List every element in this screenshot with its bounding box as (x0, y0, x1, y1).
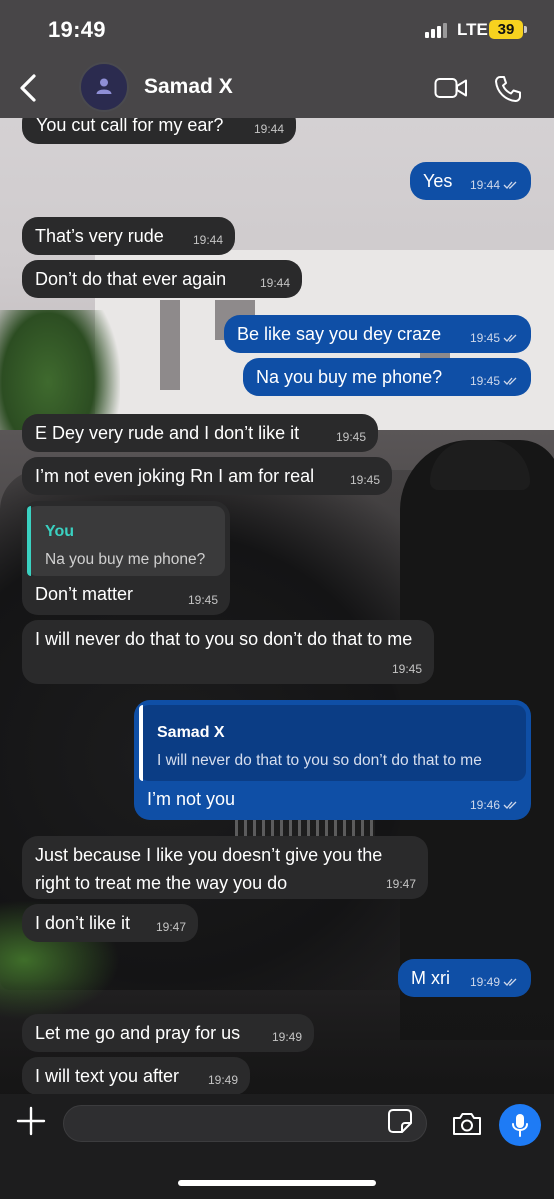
battery-icon: 39 (489, 20, 523, 39)
message-time: 19:45 (187, 593, 218, 607)
read-receipt-icon (503, 801, 517, 809)
message-time: 19:44 (469, 178, 500, 192)
message-bubble-incoming[interactable]: E Dey very rude and I don’t like it 19:4… (22, 414, 378, 452)
message-time: 19:49 (207, 1073, 238, 1087)
message-time: 19:47 (385, 877, 416, 891)
reply-quote-text: Na you buy me phone? (45, 551, 206, 568)
message-bubble-incoming[interactable]: Don’t do that ever again 19:44 (22, 260, 302, 298)
message-text: Don’t matter (35, 584, 134, 604)
status-time: 19:49 (48, 17, 106, 42)
message-bubble-outgoing[interactable]: Na you buy me phone? 19:45 (243, 358, 531, 396)
battery-level: 39 (497, 21, 515, 38)
message-text: Let me go and pray for us (35, 1023, 241, 1043)
reply-quote[interactable]: Samad X I will never do that to you so d… (139, 705, 526, 781)
message-bubble-incoming-reply[interactable]: You Na you buy me phone? Don’t matter 19… (22, 501, 230, 615)
message-bubble-outgoing[interactable]: Yes 19:44 (410, 162, 531, 200)
person-icon (96, 78, 112, 94)
message-input-field[interactable] (63, 1105, 427, 1143)
message-time: 19:47 (155, 920, 186, 934)
reply-quote[interactable]: You Na you buy me phone? (27, 506, 225, 576)
avatar[interactable] (79, 62, 129, 112)
message-text: Don’t do that ever again (35, 269, 227, 289)
contact-name[interactable]: Samad X (144, 75, 233, 99)
message-text: E Dey very rude and I don’t like it (35, 423, 300, 443)
message-text: I’m not you (147, 789, 236, 809)
message-bubble-incoming[interactable]: That’s very rude 19:44 (22, 217, 235, 255)
message-text: You cut call for my ear? (36, 118, 224, 135)
message-time: 19:44 (253, 122, 284, 136)
message-bubble-incoming[interactable]: Let me go and pray for us 19:49 (22, 1014, 314, 1052)
message-bubble-outgoing[interactable]: M xri 19:49 (398, 959, 531, 997)
chat-header: Samad X (0, 58, 554, 118)
message-bubble-incoming[interactable]: I will never do that to you so don’t do … (22, 620, 434, 684)
read-receipt-icon (503, 181, 517, 189)
message-time: 19:44 (259, 276, 290, 290)
message-text: That’s very rude (35, 226, 164, 246)
back-chevron-icon[interactable] (14, 72, 42, 104)
message-text: I don’t like it (35, 913, 131, 933)
message-text: Be like say you dey craze (237, 324, 442, 344)
message-list[interactable]: You cut call for my ear? 19:44 Yes 19:44… (0, 118, 554, 1094)
home-indicator[interactable] (178, 1180, 376, 1186)
message-time: 19:46 (469, 798, 500, 812)
message-text: Just because I like you doesn’t give you… (35, 845, 383, 893)
video-call-icon[interactable] (434, 76, 468, 100)
message-bubble-incoming[interactable]: I will text you after 19:49 (22, 1057, 250, 1094)
plus-icon[interactable] (16, 1106, 46, 1136)
message-text: I will text you after (35, 1066, 180, 1086)
message-time: 19:49 (271, 1030, 302, 1044)
message-input[interactable] (78, 1106, 382, 1143)
message-bubble-incoming[interactable]: You cut call for my ear? 19:44 (22, 118, 296, 144)
message-time: 19:45 (349, 473, 380, 487)
reply-quote-bar (27, 506, 31, 576)
phone-call-icon[interactable] (493, 74, 523, 104)
message-text: I will never do that to you so don’t do … (35, 629, 413, 649)
message-bubble-outgoing[interactable]: Be like say you dey craze 19:45 (224, 315, 531, 353)
message-time: 19:45 (335, 430, 366, 444)
reply-quote-name: You (45, 523, 75, 540)
message-bubble-incoming[interactable]: Just because I like you doesn’t give you… (22, 836, 428, 899)
message-time: 19:49 (469, 975, 500, 989)
message-time: 19:45 (391, 662, 422, 676)
read-receipt-icon (503, 978, 517, 986)
microphone-icon (512, 1114, 528, 1137)
message-text: Na you buy me phone? (256, 367, 443, 387)
voice-message-button[interactable] (499, 1104, 541, 1146)
reply-quote-name: Samad X (157, 724, 225, 741)
battery-tip (524, 26, 527, 33)
message-text: Yes (423, 171, 453, 191)
reply-quote-bar (139, 705, 143, 781)
message-time: 19:45 (469, 374, 500, 388)
message-time: 19:45 (469, 331, 500, 345)
status-bar: 19:49 LTE 39 (0, 0, 554, 58)
read-receipt-icon (503, 334, 517, 342)
message-bubble-outgoing-reply[interactable]: Samad X I will never do that to you so d… (134, 700, 531, 820)
sticker-icon[interactable] (387, 1108, 413, 1134)
message-bubble-incoming[interactable]: I don’t like it 19:47 (22, 904, 198, 942)
message-text: M xri (411, 968, 450, 988)
message-time: 19:44 (192, 233, 223, 247)
read-receipt-icon (503, 377, 517, 385)
message-text: I’m not even joking Rn I am for real (35, 466, 315, 486)
reply-quote-text: I will never do that to you so don’t do … (157, 752, 482, 769)
camera-icon[interactable] (451, 1111, 483, 1137)
message-bubble-incoming[interactable]: I’m not even joking Rn I am for real 19:… (22, 457, 392, 495)
cellular-signal-icon (425, 22, 451, 38)
network-type: LTE (457, 20, 488, 39)
